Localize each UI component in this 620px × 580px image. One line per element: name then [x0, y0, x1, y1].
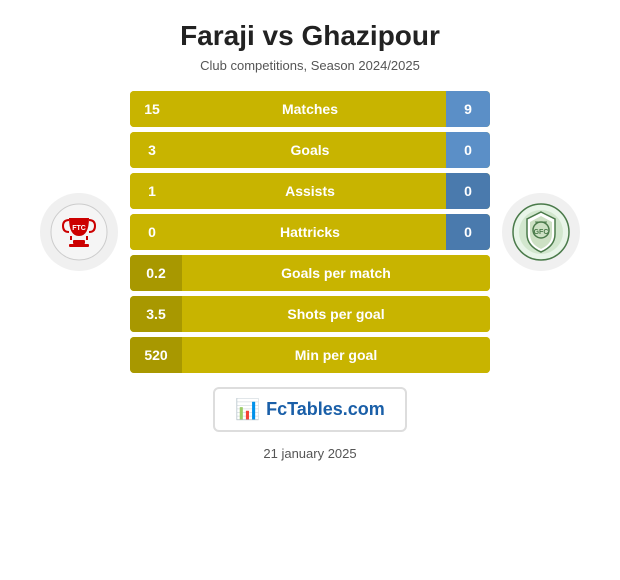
fctables-label: FcTables.com	[266, 399, 385, 420]
page-title: Faraji vs Ghazipour	[180, 20, 440, 52]
shots-per-goal-val: 3.5	[130, 296, 182, 332]
goals-left-val: 3	[130, 132, 174, 168]
stat-row-matches: 15 Matches 9	[130, 91, 490, 127]
assists-left-val: 1	[130, 173, 174, 209]
goals-per-match-label: Goals per match	[182, 255, 490, 291]
goals-per-match-val: 0.2	[130, 255, 182, 291]
svg-text:GFC: GFC	[534, 229, 549, 236]
assists-label: Assists	[174, 173, 446, 209]
goals-right-val: 0	[446, 132, 490, 168]
matches-right-val: 9	[446, 91, 490, 127]
left-team-logo: FTC	[34, 193, 124, 271]
page: Faraji vs Ghazipour Club competitions, S…	[0, 0, 620, 580]
hattricks-right-val: 0	[446, 214, 490, 250]
min-per-goal-label: Min per goal	[182, 337, 490, 373]
chart-icon: 📊	[235, 397, 260, 422]
right-team-logo: GFC	[496, 193, 586, 271]
stat-row-goals-per-match: 0.2 Goals per match	[130, 255, 490, 291]
min-per-goal-val: 520	[130, 337, 182, 373]
assists-right-val: 0	[446, 173, 490, 209]
ghazipour-logo-circle: GFC	[502, 193, 580, 271]
stat-row-goals: 3 Goals 0	[130, 132, 490, 168]
shots-per-goal-label: Shots per goal	[182, 296, 490, 332]
page-subtitle: Club competitions, Season 2024/2025	[200, 58, 420, 73]
date-label: 21 january 2025	[263, 446, 356, 461]
fctables-logo: 📊 FcTables.com	[213, 387, 407, 432]
goals-label: Goals	[174, 132, 446, 168]
stat-row-assists: 1 Assists 0	[130, 173, 490, 209]
hattricks-label: Hattricks	[174, 214, 446, 250]
hattricks-left-val: 0	[130, 214, 174, 250]
stat-row-hattricks: 0 Hattricks 0	[130, 214, 490, 250]
matches-left-val: 15	[130, 91, 174, 127]
matches-label: Matches	[174, 91, 446, 127]
stats-column: 15 Matches 9 3 Goals 0 1 Assists 0 0 Hat…	[130, 91, 490, 373]
svg-text:FTC: FTC	[72, 225, 86, 232]
faraji-logo-circle: FTC	[40, 193, 118, 271]
stat-row-min-per-goal: 520 Min per goal	[130, 337, 490, 373]
stat-row-shots-per-goal: 3.5 Shots per goal	[130, 296, 490, 332]
main-section: FTC 15 Matches 9 3 Goals 0 1 Assists	[10, 91, 610, 373]
